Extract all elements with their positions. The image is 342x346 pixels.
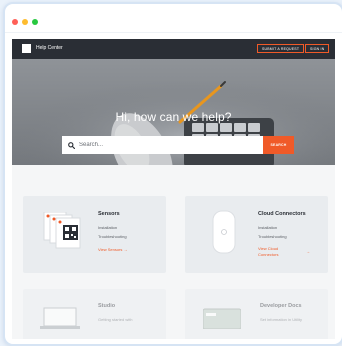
maximize-window-dot[interactable]: [32, 19, 38, 25]
category-card-studio[interactable]: Studio Getting started with: [23, 289, 166, 339]
card-icon: [203, 308, 241, 329]
connector-device-icon: [212, 210, 236, 254]
submit-request-button[interactable]: SUBMIT A REQUEST: [257, 44, 305, 53]
view-cloud-connectors-link[interactable]: View Cloud Connectors: [258, 246, 278, 258]
cta-line: Connectors: [258, 252, 279, 257]
laptop-icon: [40, 307, 80, 329]
arrow-right-icon[interactable]: →: [306, 249, 310, 255]
card-link-docs[interactable]: Set information in Utility: [260, 317, 302, 322]
category-card-cloud-connectors[interactable]: Cloud Connectors Installation Troublesho…: [185, 196, 328, 273]
minimize-window-dot[interactable]: [22, 19, 28, 25]
card-title[interactable]: Sensors: [98, 211, 120, 217]
hero-title: Hi, how can we help?: [115, 110, 232, 124]
card-title[interactable]: Studio: [98, 303, 115, 309]
search-bar[interactable]: [62, 136, 263, 154]
top-nav: Help Center SUBMIT A REQUEST SIGN IN: [12, 39, 335, 59]
category-card-developer-docs[interactable]: Developer Docs Set information in Utilit…: [185, 289, 328, 339]
sensor-tags-icon: [43, 212, 81, 249]
card-link-getting-started[interactable]: Getting started with: [98, 317, 132, 322]
card-title[interactable]: Cloud Connectors: [258, 211, 306, 217]
search-input[interactable]: [79, 142, 229, 148]
search-icon: [68, 141, 75, 149]
card-link-installation[interactable]: Installation: [258, 225, 277, 230]
help-center-page: Help Center SUBMIT A REQUEST SIGN IN Hi,…: [12, 39, 335, 339]
window-divider: [5, 32, 342, 33]
category-card-sensors[interactable]: Sensors Installation Troubleshooting Vie…: [23, 196, 166, 273]
brand-name[interactable]: Help Center: [36, 45, 63, 51]
view-sensors-link[interactable]: View Sensors →: [98, 247, 128, 253]
window-controls: [12, 19, 38, 25]
card-title[interactable]: Developer Docs: [260, 303, 302, 309]
sign-in-button[interactable]: SIGN IN: [305, 44, 330, 53]
close-window-dot[interactable]: [12, 19, 18, 25]
card-link-troubleshooting[interactable]: Troubleshooting: [258, 234, 287, 239]
logo-icon[interactable]: [22, 44, 31, 53]
card-link-installation[interactable]: Installation: [98, 225, 117, 230]
search-button[interactable]: SEARCH: [263, 136, 294, 154]
card-link-troubleshooting[interactable]: Troubleshooting: [98, 234, 127, 239]
